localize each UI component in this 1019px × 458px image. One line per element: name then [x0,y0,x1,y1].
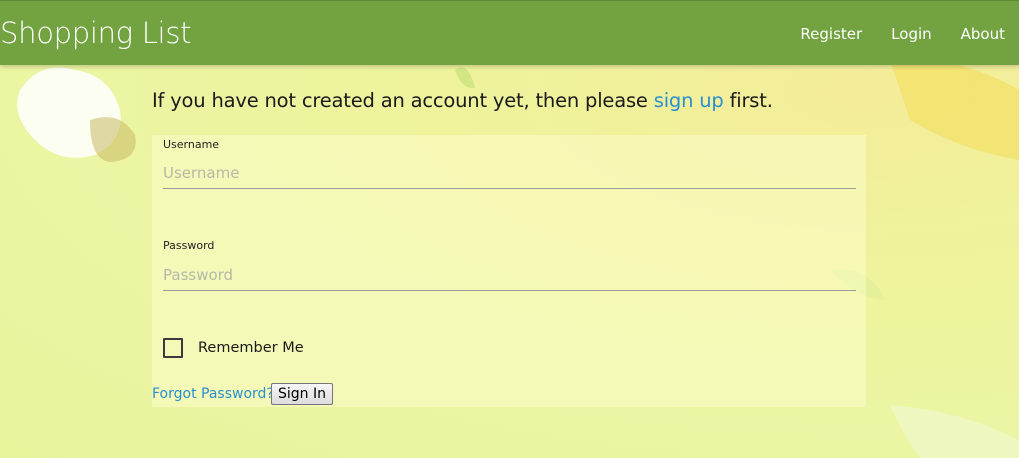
remember-me-label[interactable]: Remember Me [198,340,304,356]
nav-link-register[interactable]: Register [800,25,862,43]
login-form: Username Password Remember Me Forgot Pas… [152,135,866,407]
nav-link-about[interactable]: About [961,25,1005,43]
password-label: Password [163,239,215,252]
nav-link-login[interactable]: Login [891,25,931,43]
username-input[interactable] [163,158,856,189]
remember-me-row: Remember Me [163,338,304,358]
signup-prompt-suffix: first. [723,89,773,112]
signup-prompt: If you have not created an account yet, … [152,89,773,112]
top-navbar: Shopping List Register Login About [0,0,1019,65]
brand-title[interactable]: Shopping List [0,15,192,51]
username-label: Username [163,138,220,151]
signup-link[interactable]: sign up [654,89,724,112]
sign-in-button[interactable]: Sign In [271,383,333,405]
password-input[interactable] [163,260,856,291]
signup-prompt-prefix: If you have not created an account yet, … [152,89,654,112]
remember-me-checkbox[interactable] [163,338,183,358]
nav-links: Register Login About [785,1,1019,66]
forgot-password-link[interactable]: Forgot Password? [152,386,274,402]
